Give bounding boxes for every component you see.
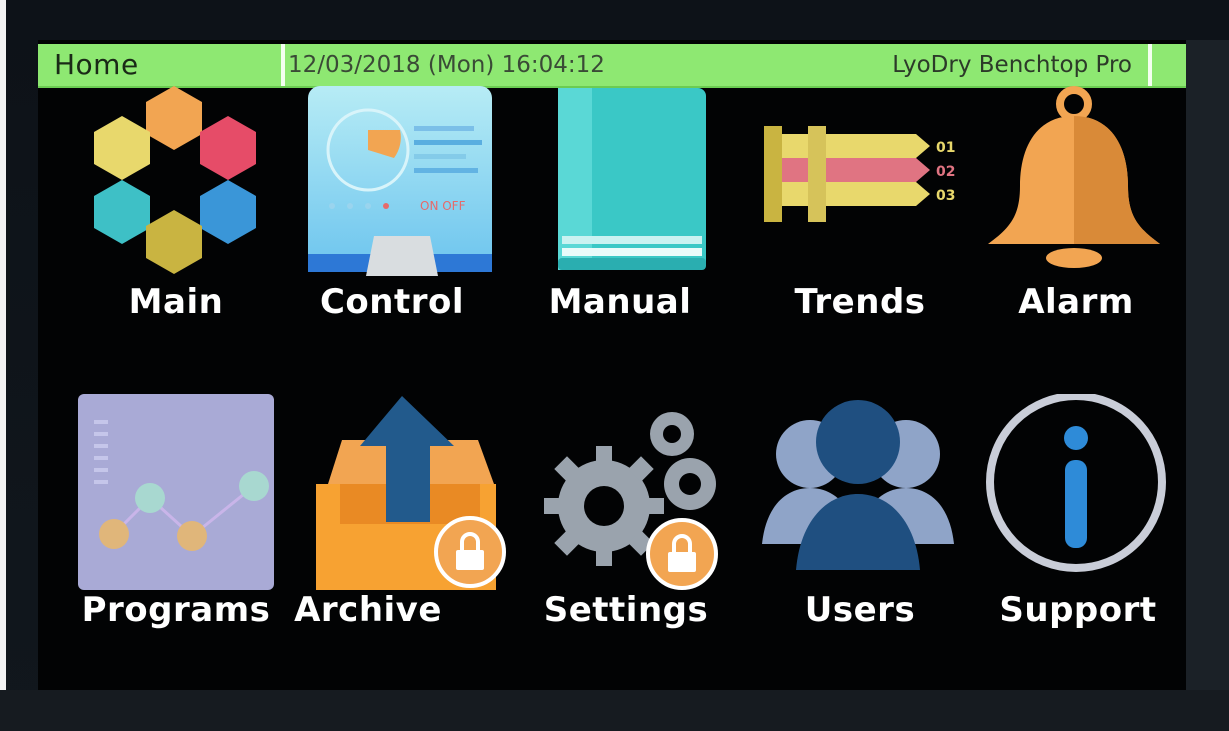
book-icon <box>510 86 730 296</box>
bell-icon <box>966 86 1186 296</box>
tile-label: Programs <box>81 590 271 630</box>
tile-label: Users <box>804 590 916 630</box>
tile-label: Trends <box>794 282 926 322</box>
info-icon <box>968 394 1186 604</box>
touchscreen: Home 12/03/2018 (Mon) 16:04:12 LyoDry Be… <box>38 40 1186 690</box>
trend-marker: 02 <box>936 164 955 180</box>
tile-label: Manual <box>548 282 692 322</box>
bezel-edge <box>0 0 6 731</box>
trend-marker: 01 <box>936 140 955 156</box>
status-divider <box>281 44 285 86</box>
trend-banners-icon: 01 02 03 <box>750 86 970 296</box>
tile-label: Main <box>128 282 224 322</box>
tile-trends[interactable]: 01 02 03 Trends <box>750 86 970 386</box>
control-preview-text: ON OFF <box>420 199 466 213</box>
tile-main[interactable]: Main <box>66 86 286 386</box>
tile-archive[interactable]: Archive <box>294 394 522 690</box>
status-bar: Home 12/03/2018 (Mon) 16:04:12 LyoDry Be… <box>38 44 1186 88</box>
tile-support[interactable]: Support <box>968 394 1186 690</box>
tile-label: Settings <box>543 590 709 630</box>
control-panel-icon: ON OFF <box>282 86 502 296</box>
hexagon-ring-icon <box>66 86 286 296</box>
tile-label: Control <box>319 282 465 322</box>
status-divider <box>1148 44 1152 86</box>
tile-label: Archive <box>294 590 442 630</box>
tile-control[interactable]: ON OFF Control <box>282 86 502 386</box>
trend-marker: 03 <box>936 188 955 204</box>
tile-manual[interactable]: Manual <box>510 86 730 386</box>
bezel-right <box>1186 40 1229 690</box>
program-chart-icon <box>66 394 286 604</box>
page-title: Home <box>54 48 139 81</box>
tile-alarm[interactable]: Alarm <box>966 86 1186 386</box>
users-icon <box>750 394 970 604</box>
tile-settings[interactable]: Settings <box>522 394 742 690</box>
tile-programs[interactable]: Programs <box>66 394 286 690</box>
datetime-readout: 12/03/2018 (Mon) 16:04:12 <box>288 52 605 78</box>
gears-icon <box>522 394 742 604</box>
bezel-bottom <box>0 690 1229 731</box>
tile-label: Alarm <box>1018 282 1134 322</box>
product-name: LyoDry Benchtop Pro <box>892 52 1132 78</box>
tile-users[interactable]: Users <box>750 394 970 690</box>
archive-upload-icon <box>302 394 522 604</box>
tile-label: Support <box>999 590 1157 630</box>
